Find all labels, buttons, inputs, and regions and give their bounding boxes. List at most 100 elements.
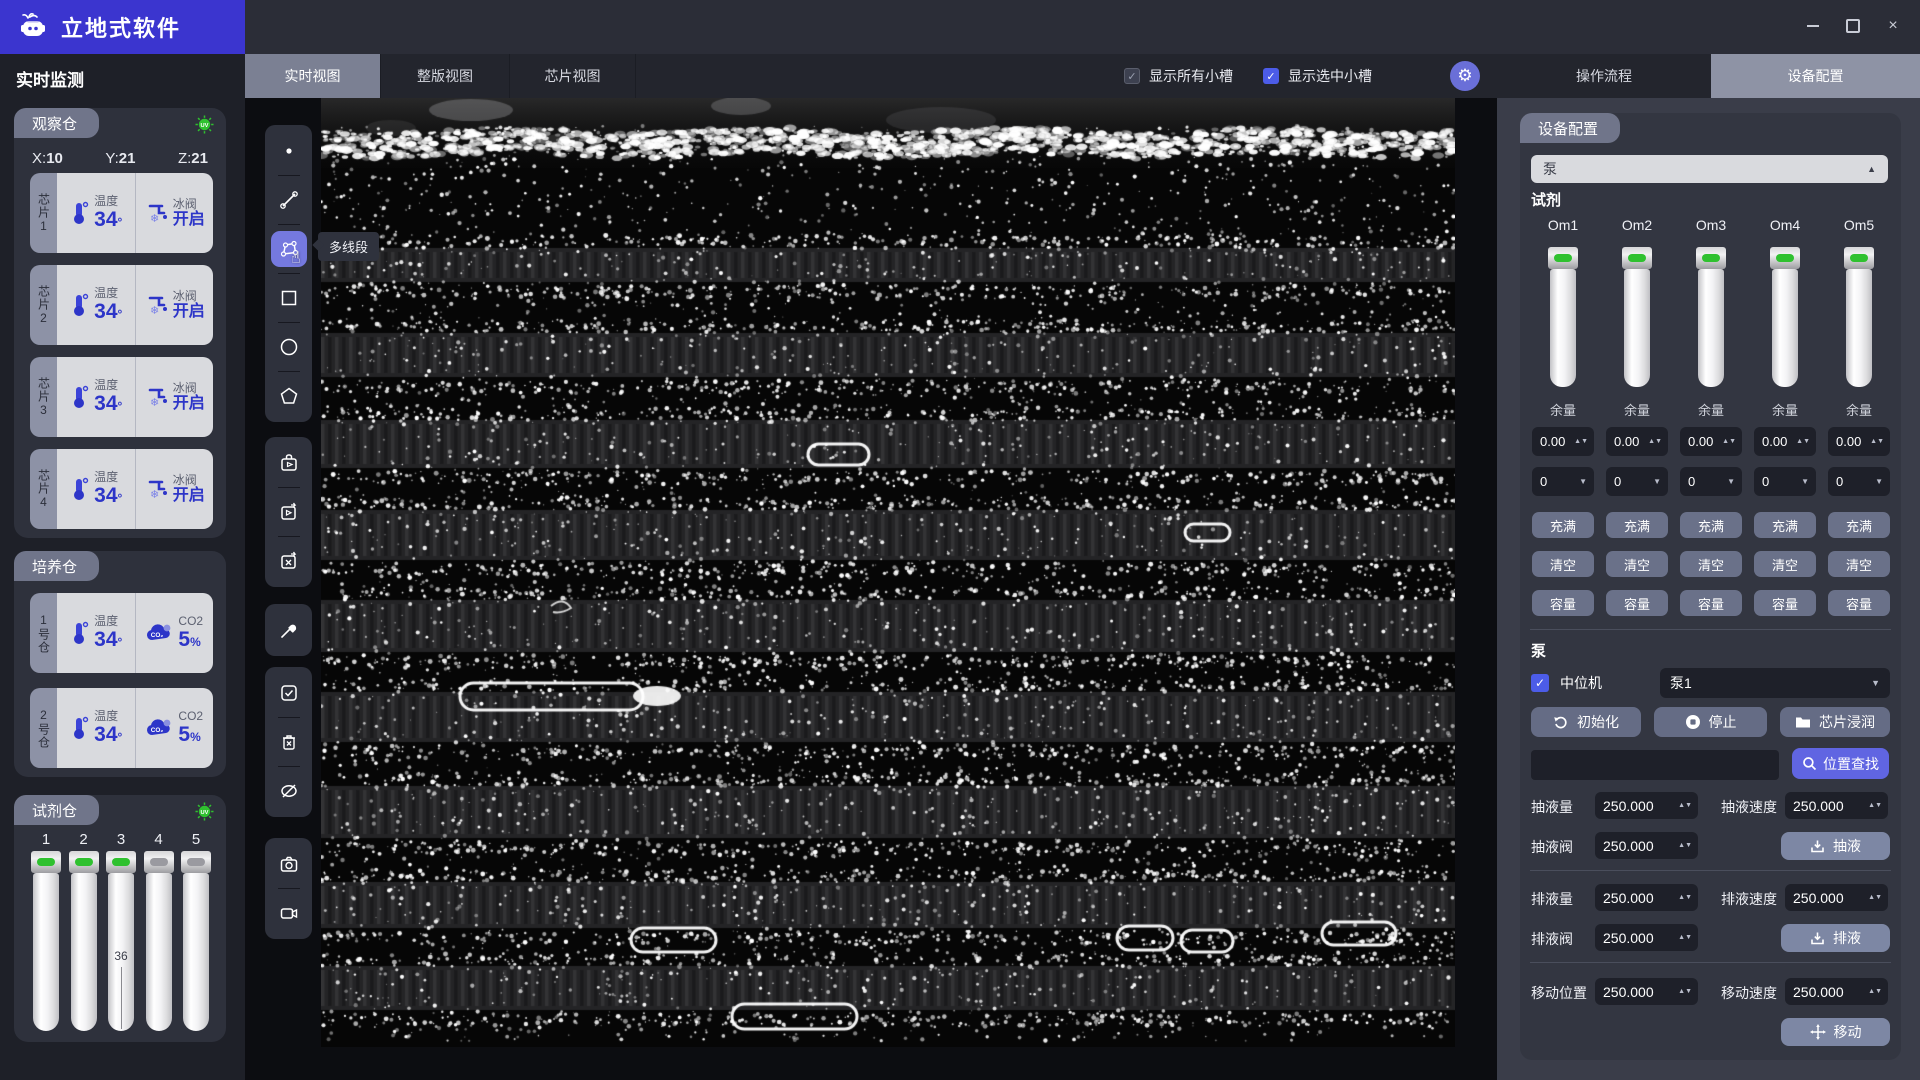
- spinner-arrows-icon[interactable]: ▲▼: [1678, 842, 1698, 849]
- move-button[interactable]: 移动: [1781, 1018, 1890, 1046]
- tab-chip-view[interactable]: 芯片视图: [510, 54, 636, 98]
- tab-device-config[interactable]: 设备配置: [1711, 54, 1920, 98]
- tube-cap: [106, 851, 136, 873]
- fill-button[interactable]: 充满: [1754, 512, 1816, 538]
- device-config-header: 设备配置: [1520, 113, 1620, 143]
- device-selector[interactable]: 泵▲: [1531, 155, 1888, 183]
- empty-button[interactable]: 清空: [1754, 551, 1816, 577]
- drain-volume-spinner[interactable]: 250.000▲▼: [1595, 884, 1698, 911]
- aspirate-speed-spinner[interactable]: 250.000▲▼: [1785, 792, 1888, 819]
- slot-dropdown[interactable]: 0▼: [1532, 467, 1594, 496]
- remain-spinner[interactable]: 0.00▲▼: [1754, 427, 1816, 456]
- replay-box-icon[interactable]: [271, 494, 307, 530]
- move-speed-spinner[interactable]: 250.000▲▼: [1785, 978, 1888, 1005]
- spinner-arrows-icon[interactable]: ▲▼: [1648, 438, 1668, 445]
- robot-icon: [18, 12, 48, 42]
- empty-button[interactable]: 清空: [1532, 551, 1594, 577]
- spinner-arrows-icon[interactable]: ▲▼: [1678, 934, 1698, 941]
- spinner-arrows-icon[interactable]: ▲▼: [1868, 988, 1888, 995]
- capacity-button[interactable]: 容量: [1680, 590, 1742, 616]
- capacity-button[interactable]: 容量: [1606, 590, 1668, 616]
- circle-tool[interactable]: [271, 329, 307, 365]
- clear-box-icon[interactable]: [271, 543, 307, 579]
- chip-card-4: 芯片4 温度34° ❄ 冰阀开启: [30, 449, 213, 529]
- point-tool[interactable]: [271, 133, 307, 169]
- toggle-show-selected-slots[interactable]: ✓ 显示选中小槽: [1263, 66, 1372, 86]
- capacity-button[interactable]: 容量: [1754, 590, 1816, 616]
- reagent-section-label: 试剂: [1531, 189, 1561, 210]
- drain-speed-spinner[interactable]: 250.000▲▼: [1785, 884, 1888, 911]
- delete-selection-icon[interactable]: [271, 724, 307, 760]
- empty-button[interactable]: 清空: [1680, 551, 1742, 577]
- toggle-show-all-slots[interactable]: ✓ 显示所有小槽: [1124, 66, 1233, 86]
- remain-spinner[interactable]: 0.00▲▼: [1606, 427, 1668, 456]
- spinner-arrows-icon[interactable]: ▲▼: [1678, 894, 1698, 901]
- fill-button[interactable]: 充满: [1532, 512, 1594, 538]
- checkbox-show-all-slots[interactable]: ✓: [1124, 68, 1140, 84]
- tab-live-view[interactable]: 实时视图: [245, 54, 381, 98]
- fill-button[interactable]: 充满: [1828, 512, 1890, 538]
- window-controls: ×: [1800, 13, 1906, 39]
- capacity-button[interactable]: 容量: [1532, 590, 1594, 616]
- fill-button[interactable]: 充满: [1606, 512, 1668, 538]
- remain-spinner[interactable]: 0.00▲▼: [1532, 427, 1594, 456]
- aspirate-valve-spinner[interactable]: 250.000▲▼: [1595, 832, 1698, 859]
- view-toggle-group: ✓ 显示所有小槽 ✓ 显示选中小槽: [1124, 54, 1390, 98]
- tab-full-view[interactable]: 整版视图: [381, 54, 510, 98]
- run-box-icon[interactable]: [271, 445, 307, 481]
- toggle-label: 显示所有小槽: [1149, 66, 1233, 86]
- spinner-arrows-icon[interactable]: ▲▼: [1868, 802, 1888, 809]
- reagent-column-om3: Om3 余量 0.00▲▼ 0▼ 充满 清空 容量: [1676, 217, 1746, 616]
- slot-dropdown[interactable]: 0▼: [1680, 467, 1742, 496]
- microscopy-image[interactable]: [321, 98, 1455, 1047]
- slot-dropdown[interactable]: 0▼: [1606, 467, 1668, 496]
- spinner-arrows-icon[interactable]: ▲▼: [1678, 988, 1698, 995]
- stop-button[interactable]: 停止: [1654, 707, 1767, 737]
- checkbox-show-selected-slots[interactable]: ✓: [1263, 68, 1279, 84]
- confirm-selection-icon[interactable]: [271, 675, 307, 711]
- hide-overlay-icon[interactable]: [271, 773, 307, 809]
- reagent-tube-4: [143, 851, 175, 1031]
- record-video-icon[interactable]: [271, 895, 307, 931]
- capacity-button[interactable]: 容量: [1828, 590, 1890, 616]
- reagent-column-om2: Om2 余量 0.00▲▼ 0▼ 充满 清空 容量: [1602, 217, 1672, 616]
- spinner-arrows-icon[interactable]: ▲▼: [1722, 438, 1742, 445]
- maximize-button[interactable]: [1840, 13, 1866, 39]
- polyline-tool[interactable]: [271, 231, 307, 267]
- line-tool[interactable]: [271, 182, 307, 218]
- aspirate-volume-spinner[interactable]: 250.000▲▼: [1595, 792, 1698, 819]
- observe-chamber-panel: 观察仓 UV X:10 Y:21 Z:21 芯片1 温度34°: [14, 108, 226, 538]
- fill-button[interactable]: 充满: [1680, 512, 1742, 538]
- locate-button[interactable]: 位置查找: [1792, 748, 1889, 779]
- spinner-arrows-icon[interactable]: ▲▼: [1870, 438, 1890, 445]
- stage-coordinates: X:10 Y:21 Z:21: [32, 150, 208, 167]
- settings-button[interactable]: ⚙: [1450, 61, 1480, 91]
- position-search-input[interactable]: [1531, 750, 1779, 780]
- minimize-button[interactable]: [1800, 13, 1826, 39]
- init-button[interactable]: 初始化: [1531, 707, 1641, 737]
- tab-operation-flow[interactable]: 操作流程: [1497, 54, 1711, 98]
- slot-dropdown[interactable]: 0▼: [1828, 467, 1890, 496]
- spinner-arrows-icon[interactable]: ▲▼: [1678, 802, 1698, 809]
- rectangle-tool[interactable]: [271, 280, 307, 316]
- drain-valve-spinner[interactable]: 250.000▲▼: [1595, 924, 1698, 951]
- spinner-arrows-icon[interactable]: ▲▼: [1574, 438, 1594, 445]
- color-picker-icon[interactable]: [271, 612, 307, 648]
- remain-spinner[interactable]: 0.00▲▼: [1680, 427, 1742, 456]
- close-button[interactable]: ×: [1880, 13, 1906, 39]
- chip-soak-button[interactable]: 芯片浸润: [1780, 707, 1890, 737]
- move-position-spinner[interactable]: 250.000▲▼: [1595, 978, 1698, 1005]
- drain-button[interactable]: 排液: [1781, 924, 1890, 952]
- remain-spinner[interactable]: 0.00▲▼: [1828, 427, 1890, 456]
- spinner-arrows-icon[interactable]: ▲▼: [1868, 894, 1888, 901]
- ice-valve-icon: ❄: [144, 292, 168, 318]
- aspirate-button[interactable]: 抽液: [1781, 832, 1890, 860]
- spinner-arrows-icon[interactable]: ▲▼: [1796, 438, 1816, 445]
- empty-button[interactable]: 清空: [1828, 551, 1890, 577]
- snapshot-icon[interactable]: [271, 846, 307, 882]
- pump-select[interactable]: 泵1▼: [1660, 668, 1890, 698]
- middleware-checkbox[interactable]: ✓: [1531, 674, 1549, 692]
- slot-dropdown[interactable]: 0▼: [1754, 467, 1816, 496]
- empty-button[interactable]: 清空: [1606, 551, 1668, 577]
- polygon-tool[interactable]: [271, 378, 307, 414]
